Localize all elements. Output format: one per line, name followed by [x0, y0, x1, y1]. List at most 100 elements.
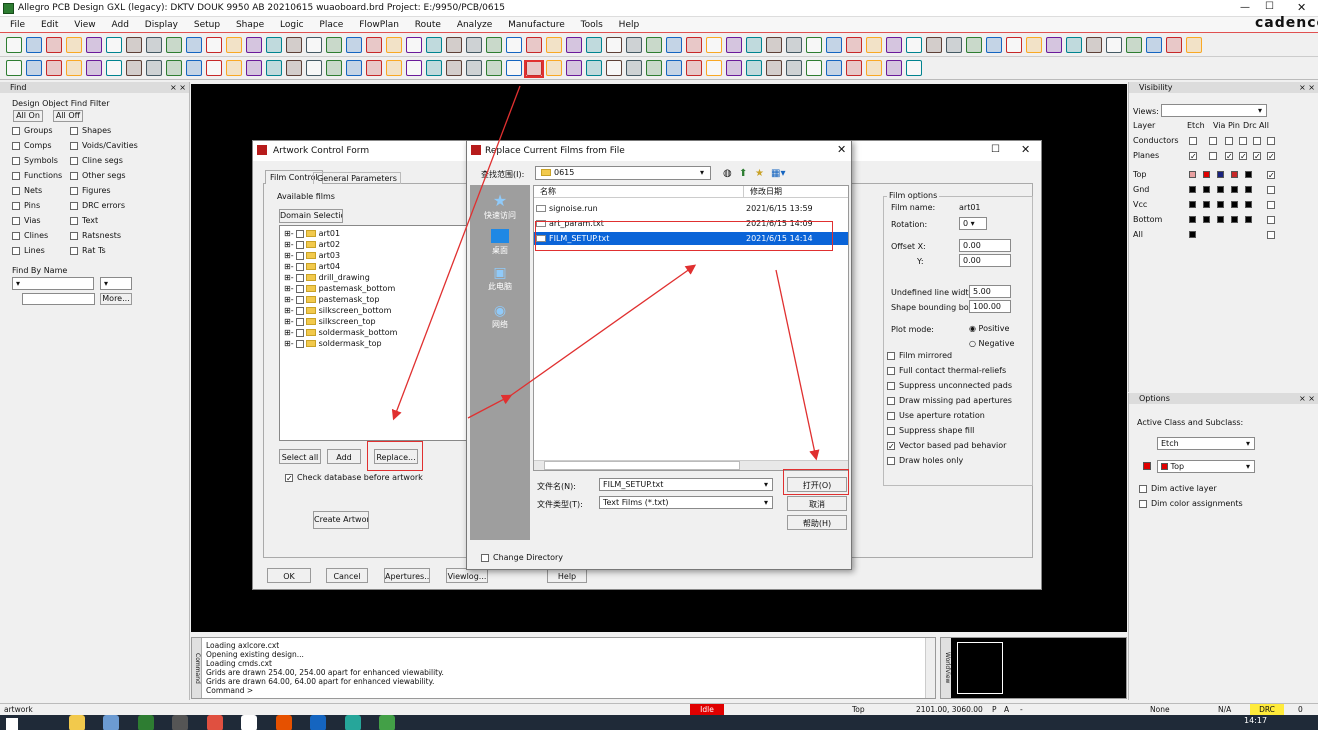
taskbar-clock: 14:17	[1244, 716, 1268, 725]
subclass-select[interactable]: Top ▾	[1157, 460, 1255, 473]
status-p-marker: P	[992, 705, 997, 714]
taskbar-office-icon[interactable]	[275, 715, 292, 730]
col-via: Via	[1213, 121, 1226, 130]
visibility-swatch[interactable]	[1203, 216, 1210, 223]
worldview-frame	[957, 642, 1003, 694]
visibility-checkbox[interactable]	[1239, 152, 1247, 160]
taskbar-edge-icon[interactable]	[344, 715, 361, 730]
taskbar-media-icon[interactable]	[241, 715, 258, 730]
visibility-swatch[interactable]	[1217, 201, 1224, 208]
visibility-checkbox[interactable]	[1189, 152, 1197, 160]
visibility-close-icon[interactable]: × ×	[1299, 82, 1315, 93]
taskbar-chrome-icon[interactable]	[206, 715, 223, 730]
visibility-swatch[interactable]	[1245, 201, 1252, 208]
arrow-replace-to-dialog	[467, 394, 513, 419]
visibility-row: All	[1133, 228, 1283, 242]
visibility-header-row: Layer Etch Via Pin Drc All	[1133, 121, 1293, 131]
views-select[interactable]: ▾	[1161, 104, 1267, 117]
visibility-swatch[interactable]	[1231, 171, 1238, 178]
visibility-swatch[interactable]	[1217, 186, 1224, 193]
arrow-dialog-to-file	[509, 264, 697, 397]
status-command: artwork	[4, 705, 33, 714]
console-scrollbar[interactable]	[925, 638, 935, 698]
console-line: Loading cmds.cxt	[206, 659, 272, 668]
visibility-swatch[interactable]	[1189, 186, 1196, 193]
visibility-checkbox[interactable]	[1253, 137, 1261, 145]
taskbar-pcb-icon[interactable]	[172, 715, 189, 730]
visibility-checkbox[interactable]	[1225, 152, 1233, 160]
visibility-checkbox[interactable]	[1225, 137, 1233, 145]
visibility-checkbox[interactable]	[1209, 137, 1217, 145]
console-output: Loading axlcore.cxt Opening existing desi…	[206, 641, 906, 695]
status-a-marker: A	[1004, 705, 1010, 714]
taskbar-app-icon[interactable]	[103, 715, 120, 730]
visibility-swatch[interactable]	[1217, 171, 1224, 178]
class-select[interactable]: Etch ▾	[1157, 437, 1255, 450]
active-class-label: Active Class and Subclass:	[1137, 418, 1244, 427]
visibility-swatch[interactable]	[1245, 171, 1252, 178]
console-line: Opening existing design...	[206, 650, 304, 659]
visibility-swatch[interactable]	[1231, 186, 1238, 193]
visibility-checkbox[interactable]	[1253, 152, 1261, 160]
status-bar: artwork Idle Top 2101.00, 3060.00 P A - …	[0, 703, 1318, 715]
options-panel: Options × × Active Class and Subclass: E…	[1128, 393, 1318, 700]
visibility-swatch[interactable]	[1203, 171, 1210, 178]
arrow-toolbar-to-replace	[391, 85, 521, 421]
visibility-checkbox[interactable]	[1267, 231, 1275, 239]
visibility-panel: Visibility × × Views: ▾ Layer Etch Via P…	[1128, 82, 1318, 392]
visibility-swatch[interactable]	[1189, 216, 1196, 223]
dim-color-option[interactable]: Dim color assignments	[1139, 499, 1243, 508]
arrow-file-to-open	[775, 269, 820, 461]
dim-color-checkbox[interactable]	[1139, 499, 1147, 508]
console-line: Loading axlcore.cxt	[206, 641, 280, 650]
worldview-panel[interactable]: WorldView	[940, 637, 1127, 699]
taskbar-chat-icon[interactable]	[379, 715, 396, 730]
console-side-tab: Command	[192, 638, 202, 698]
visibility-swatch[interactable]	[1231, 216, 1238, 223]
visibility-swatch[interactable]	[1189, 231, 1196, 238]
col-layer: Layer	[1133, 121, 1156, 130]
col-pin: Pin	[1228, 121, 1240, 130]
visibility-header: Visibility × ×	[1129, 82, 1318, 93]
visibility-checkbox[interactable]	[1239, 137, 1247, 145]
visibility-checkbox[interactable]	[1267, 216, 1275, 224]
visibility-swatch[interactable]	[1245, 186, 1252, 193]
status-na: N/A	[1218, 705, 1232, 714]
annotation-arrows	[391, 85, 820, 461]
command-console[interactable]: Command Loading axlcore.cxt Opening exist…	[191, 637, 936, 699]
visibility-row: Top	[1133, 168, 1283, 182]
options-header: Options × ×	[1129, 393, 1318, 404]
status-zero: 0	[1298, 705, 1303, 714]
worldview-side-tab: WorldView	[941, 638, 951, 698]
col-drc: Drc	[1243, 121, 1257, 130]
windows-taskbar: 14:17	[0, 715, 1318, 730]
visibility-swatch[interactable]	[1203, 201, 1210, 208]
visibility-swatch[interactable]	[1217, 216, 1224, 223]
visibility-row: Planes	[1133, 149, 1283, 163]
status-coordinates: 2101.00, 3060.00	[916, 705, 983, 714]
visibility-checkbox[interactable]	[1267, 201, 1275, 209]
visibility-checkbox[interactable]	[1267, 186, 1275, 194]
visibility-checkbox[interactable]	[1189, 137, 1197, 145]
taskbar-word-icon[interactable]	[310, 715, 327, 730]
visibility-swatch[interactable]	[1189, 171, 1196, 178]
dim-active-checkbox[interactable]	[1139, 484, 1147, 493]
taskbar-allegro-icon[interactable]	[137, 715, 154, 730]
visibility-checkbox[interactable]	[1209, 152, 1217, 160]
visibility-swatch[interactable]	[1189, 201, 1196, 208]
subclass-swatch-icon	[1161, 463, 1168, 470]
visibility-checkbox[interactable]	[1267, 152, 1275, 160]
visibility-swatch[interactable]	[1231, 201, 1238, 208]
col-etch: Etch	[1187, 121, 1205, 130]
taskbar-explorer-icon[interactable]	[68, 715, 85, 730]
visibility-swatch[interactable]	[1245, 216, 1252, 223]
visibility-checkbox[interactable]	[1267, 137, 1275, 145]
windows-start-icon[interactable]	[6, 717, 18, 730]
visibility-swatch[interactable]	[1203, 186, 1210, 193]
options-close-icon[interactable]: × ×	[1299, 393, 1315, 404]
dim-active-option[interactable]: Dim active layer	[1139, 484, 1217, 493]
visibility-row: Bottom	[1133, 213, 1283, 227]
visibility-checkbox[interactable]	[1267, 171, 1275, 179]
status-drc: DRC	[1250, 704, 1284, 715]
visibility-row: Vcc	[1133, 198, 1283, 212]
